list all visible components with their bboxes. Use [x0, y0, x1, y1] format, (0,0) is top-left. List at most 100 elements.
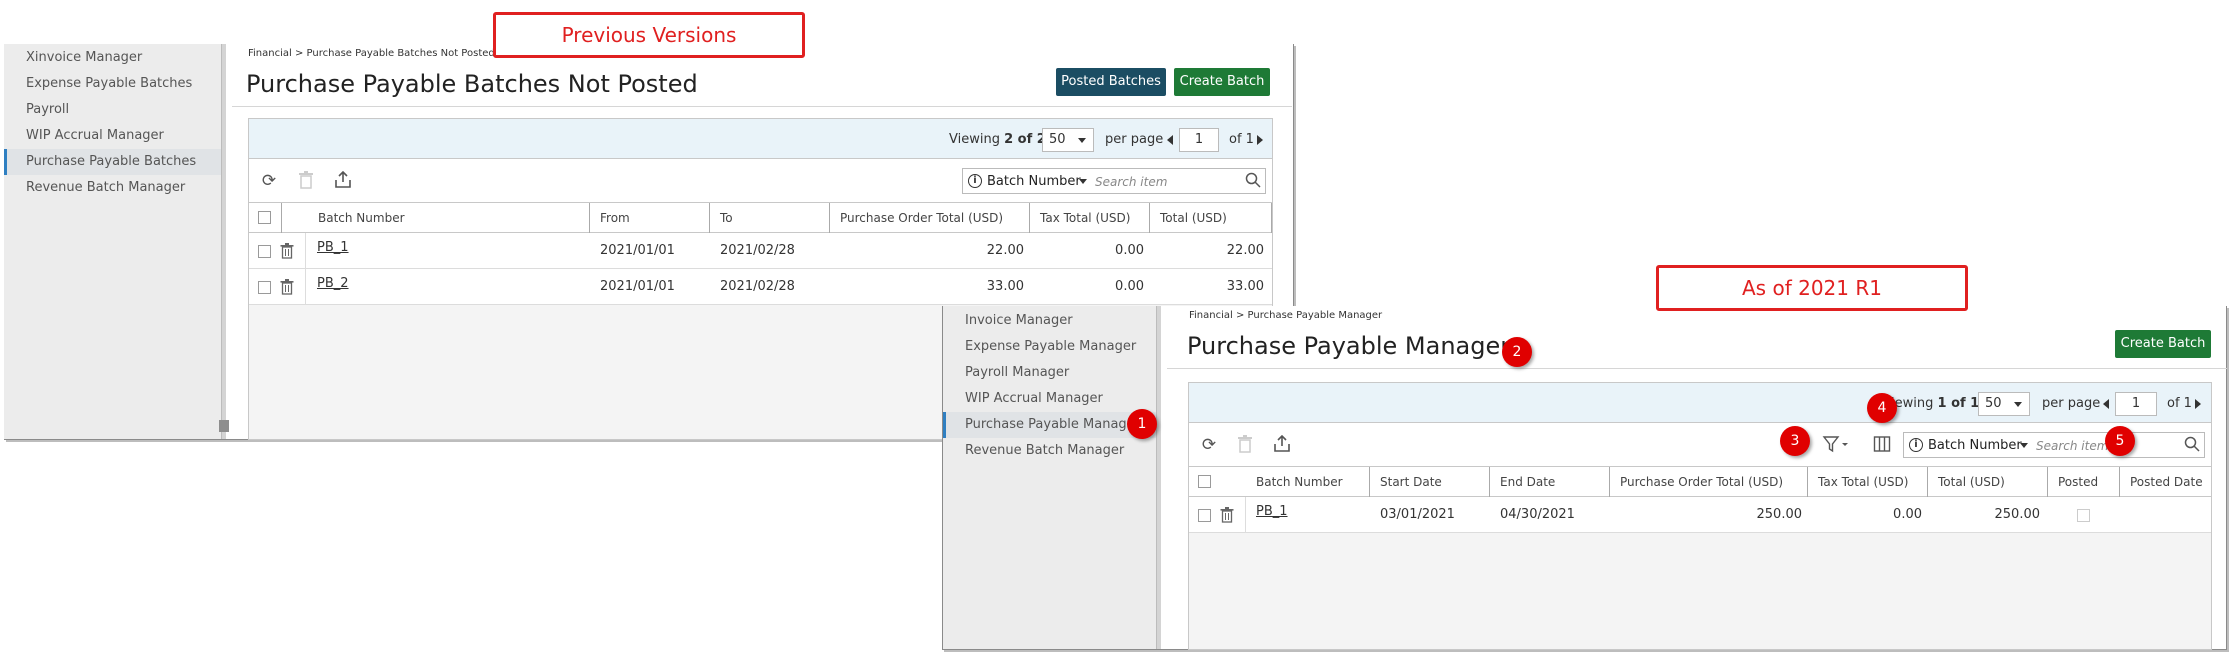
tax-total-cell: 0.00 [1115, 243, 1144, 258]
batch-link[interactable]: PB_1 [1256, 497, 1288, 533]
column-posted-date[interactable]: Posted Date [2120, 467, 2211, 497]
info-icon[interactable]: i [968, 174, 982, 188]
po-total-cell: 250.00 [1756, 507, 1803, 522]
column-tax-total[interactable]: Tax Total (USD) [1030, 203, 1150, 233]
sidebar-item-revenue-batch-manager[interactable]: Revenue Batch Manager [943, 438, 1161, 464]
prev-page-icon[interactable] [2103, 399, 2109, 409]
sidebar-item-payroll-manager[interactable]: Payroll Manager [943, 360, 1161, 386]
breadcrumb: Financial > Purchase Payable Manager [1189, 310, 1383, 321]
from-cell: 2021/01/01 [600, 279, 675, 294]
batch-link[interactable]: PB_2 [317, 269, 349, 305]
trash-icon[interactable] [280, 243, 294, 259]
page-count-label: of 1 [1229, 132, 1254, 147]
search-icon[interactable] [1245, 172, 1261, 188]
column-tax-total[interactable]: Tax Total (USD) [1808, 467, 1928, 497]
column-posted[interactable]: Posted [2048, 467, 2120, 497]
pagination-bar: Viewing 2 of 2 50 per page 1 of 1 [249, 119, 1272, 159]
callout-badge-2: 2 [1502, 337, 1532, 367]
page-title: Purchase Payable Batches Not Posted [246, 70, 698, 98]
grid-toolbar: ⟳ i Batch Number Search item [1189, 423, 2211, 467]
row-checkbox[interactable] [258, 281, 271, 294]
viewing-label: Viewing 2 of 2 [949, 132, 1046, 147]
column-from[interactable]: From [590, 203, 710, 233]
column-batch-number[interactable]: Batch Number [308, 203, 590, 233]
sidebar: Xinvoice Manager Expense Payable Batches… [4, 44, 229, 439]
sidebar-item-revenue-batch-manager[interactable]: Revenue Batch Manager [4, 175, 226, 201]
trash-icon[interactable] [280, 279, 294, 295]
column-po-total[interactable]: Purchase Order Total (USD) [1610, 467, 1808, 497]
from-cell: 2021/01/01 [600, 243, 675, 258]
table-row: PB_2 2021/01/01 2021/02/28 33.00 0.00 33… [249, 269, 1272, 305]
header-divider [1167, 368, 2227, 369]
tax-total-cell: 0.00 [1893, 507, 1922, 522]
sidebar-splitter[interactable] [1156, 306, 1161, 649]
per-page-label: per page [2042, 396, 2101, 411]
column-start-date[interactable]: Start Date [1370, 467, 1490, 497]
sidebar-item-invoice-manager[interactable]: Invoice Manager [943, 308, 1161, 334]
start-date-cell: 03/01/2021 [1380, 507, 1455, 522]
create-batch-button[interactable]: Create Batch [1174, 68, 1270, 96]
columns-icon[interactable] [1872, 435, 1892, 455]
export-icon[interactable] [1272, 434, 1292, 455]
next-page-icon[interactable] [1257, 135, 1263, 145]
page-number-input[interactable]: 1 [1179, 128, 1219, 152]
column-total[interactable]: Total (USD) [1928, 467, 2048, 497]
sidebar-splitter[interactable] [221, 44, 226, 439]
row-checkbox[interactable] [1198, 509, 1211, 522]
sidebar-item-expense-payable-batches[interactable]: Expense Payable Batches [4, 71, 226, 97]
per-page-select[interactable]: 50 [1978, 392, 2030, 416]
grid-toolbar: ⟳ i Batch Number Search item [249, 159, 1272, 203]
column-batch-number[interactable]: Batch Number [1246, 467, 1370, 497]
row-checkbox[interactable] [258, 245, 271, 258]
next-page-icon[interactable] [2195, 399, 2201, 409]
posted-batches-button[interactable]: Posted Batches [1056, 68, 1166, 96]
batch-link[interactable]: PB_1 [317, 233, 349, 269]
sidebar-item-wip-accrual-manager[interactable]: WIP Accrual Manager [943, 386, 1161, 412]
trash-icon[interactable] [1220, 507, 1234, 523]
select-all-checkbox[interactable] [258, 211, 271, 224]
posted-checkbox [2077, 509, 2090, 522]
prev-page-icon[interactable] [1167, 135, 1173, 145]
chevron-down-icon[interactable] [1079, 179, 1087, 184]
callout-badge-3: 3 [1780, 426, 1810, 456]
search-box: i Batch Number Search item [962, 168, 1266, 194]
current-version-screenshot: Invoice Manager Expense Payable Manager … [942, 306, 2227, 650]
sidebar-item-wip-accrual-manager[interactable]: WIP Accrual Manager [4, 123, 226, 149]
total-cell: 22.00 [1226, 243, 1264, 258]
search-icon[interactable] [2184, 436, 2200, 452]
sidebar: Invoice Manager Expense Payable Manager … [943, 306, 1161, 649]
sidebar-item-xinvoice-manager[interactable]: Xinvoice Manager [4, 45, 226, 71]
column-to[interactable]: To [710, 203, 830, 233]
per-page-select[interactable]: 50 [1042, 128, 1094, 152]
create-batch-button[interactable]: Create Batch [2115, 330, 2211, 358]
end-date-cell: 04/30/2021 [1500, 507, 1575, 522]
tax-total-cell: 0.00 [1115, 279, 1144, 294]
table-row: PB_1 2021/01/01 2021/02/28 22.00 0.00 22… [249, 233, 1272, 269]
select-all-checkbox[interactable] [1198, 475, 1211, 488]
search-input[interactable]: Search item [1095, 175, 1167, 189]
filter-icon[interactable] [1821, 435, 1851, 455]
search-field-select[interactable]: Batch Number [987, 174, 1081, 189]
column-total[interactable]: Total (USD) [1150, 203, 1272, 233]
refresh-icon[interactable]: ⟳ [1199, 435, 1219, 455]
po-total-cell: 22.00 [986, 243, 1024, 258]
po-total-cell: 33.00 [986, 279, 1024, 294]
table-header: Batch Number From To Purchase Order Tota… [249, 203, 1272, 233]
search-field-select[interactable]: Batch Number [1928, 438, 2022, 453]
table-header: Batch Number Start Date End Date Purchas… [1189, 467, 2211, 497]
chevron-down-icon[interactable] [2020, 443, 2028, 448]
info-icon[interactable]: i [1909, 438, 1923, 452]
search-box: i Batch Number Search item [1903, 432, 2205, 458]
sidebar-item-expense-payable-manager[interactable]: Expense Payable Manager [943, 334, 1161, 360]
scrollbar-thumb[interactable] [219, 420, 229, 432]
search-input[interactable]: Search item [2036, 439, 2108, 453]
column-po-total[interactable]: Purchase Order Total (USD) [830, 203, 1030, 233]
refresh-icon[interactable]: ⟳ [259, 171, 279, 191]
page-number-input[interactable]: 1 [2115, 392, 2157, 416]
to-cell: 2021/02/28 [720, 279, 795, 294]
sidebar-item-payroll[interactable]: Payroll [4, 97, 226, 123]
sidebar-item-purchase-payable-batches[interactable]: Purchase Payable Batches [4, 149, 226, 175]
export-icon[interactable] [333, 170, 353, 191]
column-end-date[interactable]: End Date [1490, 467, 1610, 497]
callout-badge-1: 1 [1127, 409, 1157, 439]
